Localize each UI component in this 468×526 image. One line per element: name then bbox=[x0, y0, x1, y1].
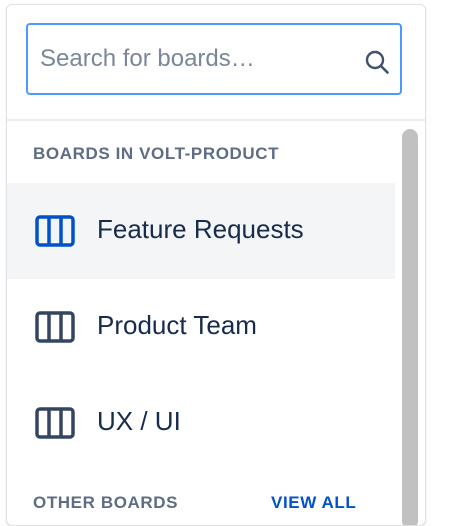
scrollbar-thumb[interactable] bbox=[402, 129, 418, 525]
search-area bbox=[7, 5, 425, 121]
board-columns-icon bbox=[35, 407, 75, 439]
board-columns-icon bbox=[35, 215, 75, 247]
board-picker-dropdown: BOARDS IN VOLT-PRODUCT Feature Requests … bbox=[6, 4, 426, 526]
search-icon[interactable] bbox=[364, 49, 390, 75]
board-item-label: Product Team bbox=[97, 310, 257, 340]
view-all-link[interactable]: VIEW ALL bbox=[271, 493, 356, 513]
search-input[interactable] bbox=[40, 41, 340, 77]
boards-list: BOARDS IN VOLT-PRODUCT Feature Requests … bbox=[7, 121, 395, 525]
board-item-feature-requests[interactable]: Feature Requests bbox=[7, 183, 395, 279]
section-header-boards: BOARDS IN VOLT-PRODUCT bbox=[33, 144, 280, 163]
board-item-label: Feature Requests bbox=[97, 214, 304, 244]
search-box[interactable] bbox=[26, 23, 402, 95]
board-item-product-team[interactable]: Product Team bbox=[7, 279, 395, 375]
board-item-ux-ui[interactable]: UX / UI bbox=[7, 375, 395, 471]
scrollbar[interactable] bbox=[399, 121, 423, 525]
board-columns-icon bbox=[35, 311, 75, 343]
board-item-label: UX / UI bbox=[97, 406, 181, 436]
section-header-other-boards: OTHER BOARDS bbox=[33, 493, 179, 512]
